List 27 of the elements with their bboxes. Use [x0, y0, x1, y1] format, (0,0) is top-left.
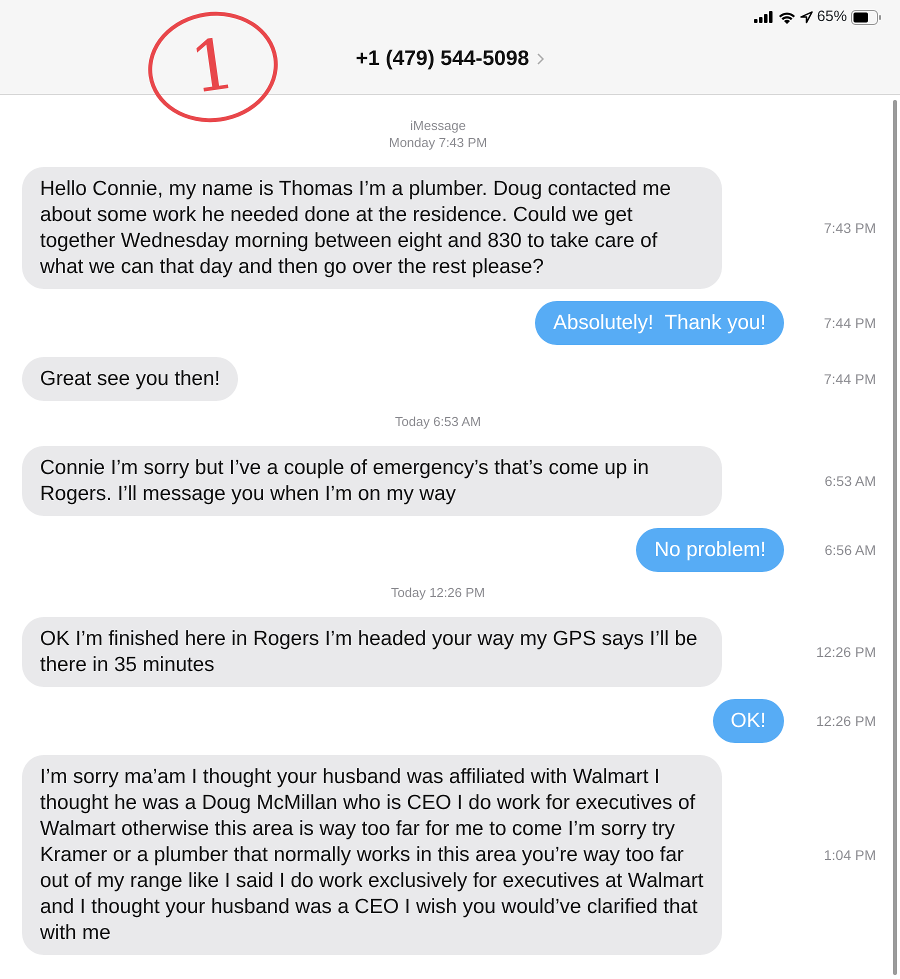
message-time: 1:04 PM: [822, 846, 876, 864]
message-time: 12:26 PM: [815, 712, 876, 730]
contact-title: +1 (479) 544-5098: [356, 46, 530, 72]
battery-icon: [851, 10, 882, 25]
message-time: 7:43 PM: [822, 218, 876, 238]
wifi-icon: [778, 10, 796, 24]
message-time: 7:44 PM: [822, 314, 876, 332]
chevron-icon: [537, 53, 544, 65]
location-arrow-icon: [800, 10, 813, 24]
message-bubble: I’m sorry ma’am I thought your husband was affiliated with Walmart I thought he was a Doug McMillan who is CEO I do work for executives of Walmart otherwise this area is way too far for me to come I’m sorry try Kramer or a plumber that normally works in this area you’re way too far out of my range like I said I do work exclusively for executives at Walmart and I thought your husband was a CEO I wish you would’ve clarified that with me: [22, 755, 722, 955]
timestamp: Today 12:26 PM: [390, 584, 486, 601]
message-bubble: Connie I’m sorry but I’ve a couple of emergency’s that’s come up in Rogers. I’ll message you when I’m on my way: [22, 446, 722, 516]
message-bubble: No problem!: [636, 528, 784, 572]
message-bubble: OK I’m finished here in Rogers I’m headed your way my GPS says I’ll be there in 35 minutes: [22, 617, 722, 687]
timestamp: Today 6:53 AM: [394, 413, 482, 430]
timestamp: iMessage: [409, 117, 467, 134]
message-time: 6:56 AM: [824, 540, 876, 560]
message-bubble: Absolutely! Thank you!: [535, 301, 784, 345]
message-bubble: Hello Connie, my name is Thomas I’m a plumber. Doug contacted me about some work he needed done at the residence. Could we get together Wednesday morning between eight and 830 to take care of what we can that day and then go over the rest please?: [22, 167, 722, 289]
message-time: 6:53 AM: [824, 472, 876, 490]
message-time: 7:44 PM: [822, 370, 876, 388]
battery-percent: 65%: [816, 7, 847, 27]
signal-icon: [754, 11, 774, 24]
message-time: 12:26 PM: [815, 642, 876, 662]
message-bubble: OK!: [712, 699, 784, 743]
message-bubble: Great see you then!: [22, 357, 238, 401]
timestamp: Monday 7:43 PM: [388, 134, 488, 151]
